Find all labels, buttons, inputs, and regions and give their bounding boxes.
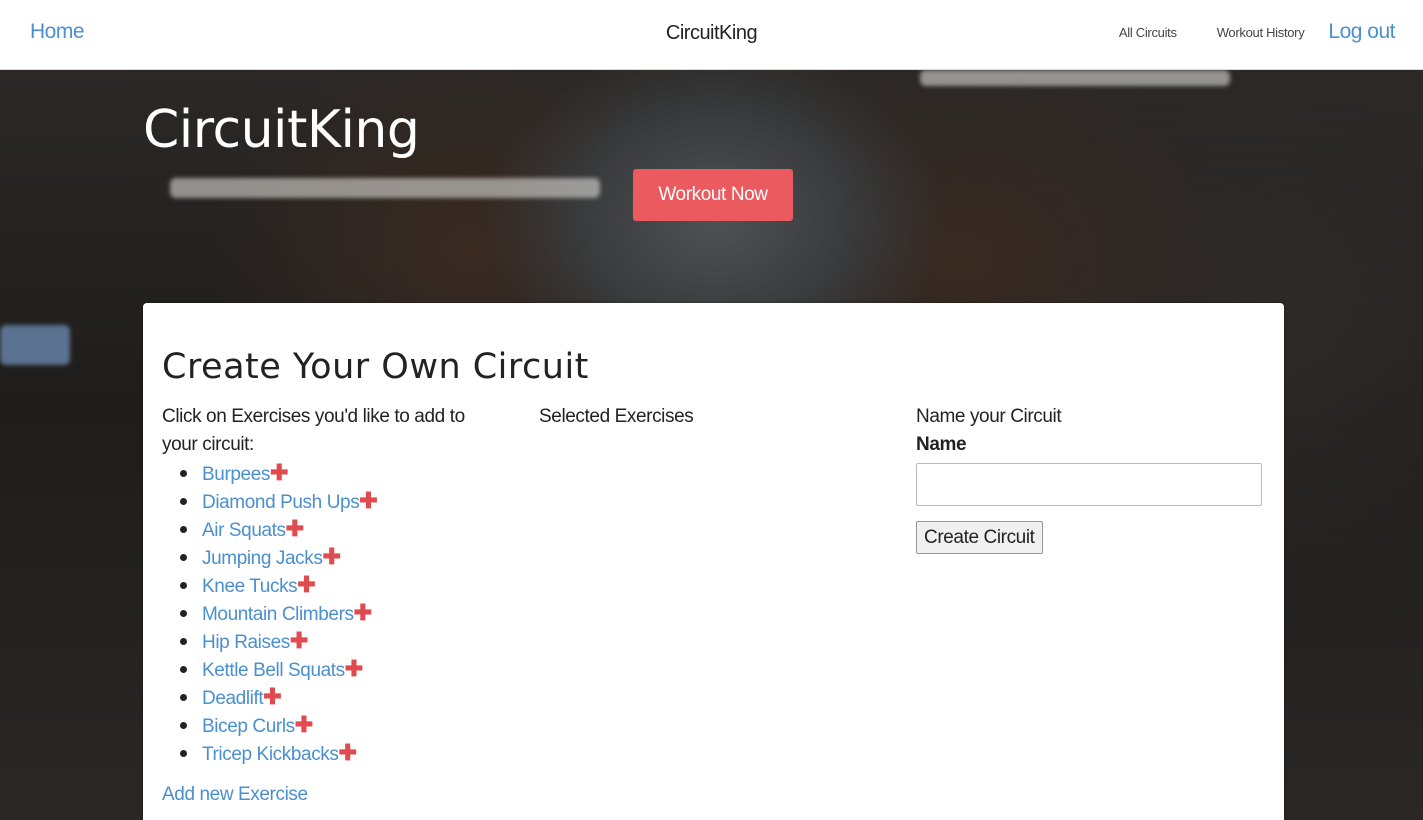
selected-exercises-header: Selected Exercises xyxy=(539,406,694,427)
exercise-list-item: Deadlift✚ xyxy=(162,683,502,711)
plus-icon[interactable]: ✚ xyxy=(322,544,340,569)
top-navbar: Home CircuitKing All Circuits Workout Hi… xyxy=(0,0,1423,70)
plus-icon[interactable]: ✚ xyxy=(270,460,288,485)
hero-background-light xyxy=(170,178,600,198)
name-circuit-header: Name your Circuit xyxy=(916,406,1062,427)
exercise-list-item: Hip Raises✚ xyxy=(162,627,502,655)
exercise-list-item: Air Squats✚ xyxy=(162,515,502,543)
exercise-picker-column: Click on Exercises you'd like to add to … xyxy=(162,403,502,809)
exercise-link[interactable]: Air Squats xyxy=(202,520,286,541)
exercise-link[interactable]: Jumping Jacks xyxy=(202,548,323,569)
exercise-instructions: Click on Exercises you'd like to add to … xyxy=(162,406,465,455)
name-label: Name xyxy=(916,434,967,455)
exercise-link[interactable]: Knee Tucks xyxy=(202,576,298,597)
circuit-name-input[interactable] xyxy=(916,463,1262,506)
exercise-list-item: Burpees✚ xyxy=(162,459,502,487)
workout-now-button[interactable]: Workout Now xyxy=(633,169,793,221)
create-circuit-card: Create Your Own Circuit Click on Exercis… xyxy=(143,303,1284,820)
nav-right-links: All Circuits Workout History Log out xyxy=(1079,20,1396,44)
nav-brand[interactable]: CircuitKing xyxy=(666,22,758,44)
exercise-link[interactable]: Kettle Bell Squats xyxy=(202,660,345,681)
exercise-link[interactable]: Bicep Curls xyxy=(202,716,295,737)
exercise-link[interactable]: Deadlift xyxy=(202,688,264,709)
create-circuit-button[interactable]: Create Circuit xyxy=(916,521,1043,554)
selected-exercises-column: Selected Exercises xyxy=(539,403,694,431)
exercise-list-item: Mountain Climbers✚ xyxy=(162,599,502,627)
exercise-link[interactable]: Diamond Push Ups xyxy=(202,492,360,513)
exercise-list-item: Kettle Bell Squats✚ xyxy=(162,655,502,683)
plus-icon[interactable]: ✚ xyxy=(354,600,372,625)
circuit-name-column: Name your Circuit Name Create Circuit xyxy=(916,403,1266,554)
hero-background-light xyxy=(0,325,70,365)
exercise-list-item: Jumping Jacks✚ xyxy=(162,543,502,571)
exercise-list-item: Diamond Push Ups✚ xyxy=(162,487,502,515)
nav-workout-history-link[interactable]: Workout History xyxy=(1217,25,1305,40)
plus-icon[interactable]: ✚ xyxy=(359,488,377,513)
plus-icon[interactable]: ✚ xyxy=(345,656,363,681)
exercise-link[interactable]: Mountain Climbers xyxy=(202,604,354,625)
hero-background-light xyxy=(920,70,1230,86)
exercise-link[interactable]: Hip Raises xyxy=(202,632,290,653)
plus-icon[interactable]: ✚ xyxy=(263,684,281,709)
nav-logout-link[interactable]: Log out xyxy=(1328,20,1395,44)
exercise-list-item: Tricep Kickbacks✚ xyxy=(162,739,502,767)
plus-icon[interactable]: ✚ xyxy=(290,628,308,653)
plus-icon[interactable]: ✚ xyxy=(286,516,304,541)
exercise-list: Burpees✚ Diamond Push Ups✚ Air Squats✚ Jump… xyxy=(162,459,502,767)
nav-all-circuits-link[interactable]: All Circuits xyxy=(1119,25,1177,40)
exercise-list-item: Bicep Curls✚ xyxy=(162,711,502,739)
plus-icon[interactable]: ✚ xyxy=(295,712,313,737)
plus-icon[interactable]: ✚ xyxy=(297,572,315,597)
add-new-exercise-link[interactable]: Add new Exercise xyxy=(162,781,502,809)
plus-icon[interactable]: ✚ xyxy=(339,740,357,765)
exercise-link[interactable]: Tricep Kickbacks xyxy=(202,744,339,765)
exercise-list-item: Knee Tucks✚ xyxy=(162,571,502,599)
hero-title: CircuitKing xyxy=(143,100,420,160)
exercise-link[interactable]: Burpees xyxy=(202,464,270,485)
card-title: Create Your Own Circuit xyxy=(162,347,589,387)
